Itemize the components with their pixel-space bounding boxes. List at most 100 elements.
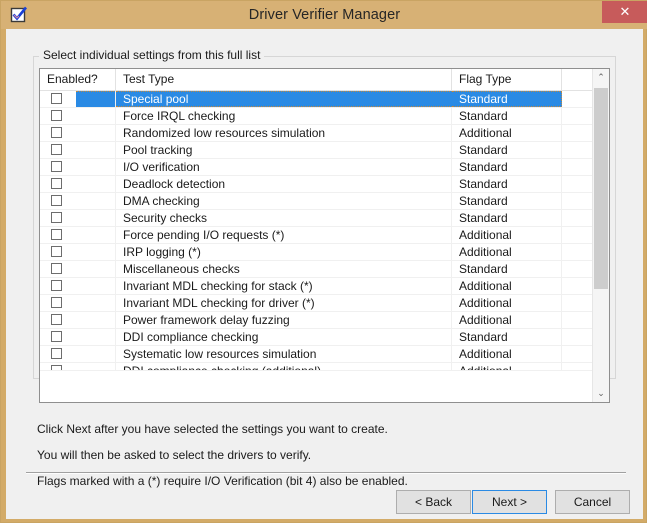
cell-test-type[interactable]: Force IRQL checking bbox=[116, 108, 452, 124]
cell-test-type[interactable]: DMA checking bbox=[116, 193, 452, 209]
table-row[interactable]: Force pending I/O requests (*)Additional bbox=[40, 227, 609, 244]
cell-test-type[interactable]: Force pending I/O requests (*) bbox=[116, 227, 452, 243]
cell-enabled[interactable] bbox=[40, 363, 116, 371]
enabled-checkbox[interactable] bbox=[51, 314, 62, 325]
table-row[interactable]: Invariant MDL checking for stack (*)Addi… bbox=[40, 278, 609, 295]
table-row[interactable]: Deadlock detectionStandard bbox=[40, 176, 609, 193]
enabled-checkbox[interactable] bbox=[51, 161, 62, 172]
enabled-checkbox[interactable] bbox=[51, 331, 62, 342]
cell-flag-type[interactable]: Additional bbox=[452, 227, 562, 243]
cell-test-type[interactable]: Power framework delay fuzzing bbox=[116, 312, 452, 328]
cell-enabled[interactable] bbox=[40, 142, 116, 158]
enabled-checkbox[interactable] bbox=[51, 195, 62, 206]
cell-flag-type[interactable]: Standard bbox=[452, 210, 562, 226]
cell-enabled[interactable] bbox=[40, 91, 116, 107]
vertical-scrollbar[interactable]: ⌃ ⌄ bbox=[592, 69, 609, 402]
enabled-checkbox[interactable] bbox=[51, 365, 62, 371]
table-row[interactable]: Force IRQL checkingStandard bbox=[40, 108, 609, 125]
cancel-button[interactable]: Cancel bbox=[555, 490, 630, 514]
cell-enabled[interactable] bbox=[40, 227, 116, 243]
cell-test-type[interactable]: Randomized low resources simulation bbox=[116, 125, 452, 141]
table-row[interactable]: Randomized low resources simulationAddit… bbox=[40, 125, 609, 142]
enabled-checkbox[interactable] bbox=[51, 297, 62, 308]
cell-enabled[interactable] bbox=[40, 193, 116, 209]
scroll-up-arrow-icon[interactable]: ⌃ bbox=[593, 69, 609, 86]
settings-listview[interactable]: Enabled? Test Type Flag Type Special poo… bbox=[39, 68, 610, 403]
cell-test-type[interactable]: Invariant MDL checking for driver (*) bbox=[116, 295, 452, 311]
table-row[interactable]: Miscellaneous checksStandard bbox=[40, 261, 609, 278]
table-row[interactable]: IRP logging (*)Additional bbox=[40, 244, 609, 261]
table-row[interactable]: DDI compliance checking (additional)Addi… bbox=[40, 363, 609, 371]
next-button[interactable]: Next > bbox=[472, 490, 547, 514]
cell-test-type[interactable]: IRP logging (*) bbox=[116, 244, 452, 260]
cell-flag-type[interactable]: Additional bbox=[452, 363, 562, 371]
cell-flag-type[interactable]: Standard bbox=[452, 193, 562, 209]
cell-spacer bbox=[562, 295, 594, 311]
column-header-flag-type[interactable]: Flag Type bbox=[452, 69, 562, 90]
enabled-checkbox[interactable] bbox=[51, 229, 62, 240]
enabled-checkbox[interactable] bbox=[51, 212, 62, 223]
cell-enabled[interactable] bbox=[40, 312, 116, 328]
cell-enabled[interactable] bbox=[40, 261, 116, 277]
column-header-enabled[interactable]: Enabled? bbox=[40, 69, 116, 90]
cell-flag-type[interactable]: Standard bbox=[452, 108, 562, 124]
table-row[interactable]: Invariant MDL checking for driver (*)Add… bbox=[40, 295, 609, 312]
title-bar[interactable]: Driver Verifier Manager ✕ bbox=[1, 1, 647, 29]
cell-flag-type[interactable]: Standard bbox=[452, 261, 562, 277]
cell-flag-type[interactable]: Standard bbox=[452, 176, 562, 192]
cell-flag-type[interactable]: Additional bbox=[452, 125, 562, 141]
cell-enabled[interactable] bbox=[40, 278, 116, 294]
cell-enabled[interactable] bbox=[40, 210, 116, 226]
cell-flag-type[interactable]: Standard bbox=[452, 159, 562, 175]
cell-enabled[interactable] bbox=[40, 159, 116, 175]
cell-enabled[interactable] bbox=[40, 329, 116, 345]
cell-enabled[interactable] bbox=[40, 108, 116, 124]
cell-flag-type[interactable]: Additional bbox=[452, 312, 562, 328]
enabled-checkbox[interactable] bbox=[51, 144, 62, 155]
cell-flag-type[interactable]: Additional bbox=[452, 278, 562, 294]
cell-enabled[interactable] bbox=[40, 176, 116, 192]
table-row[interactable]: I/O verificationStandard bbox=[40, 159, 609, 176]
table-row[interactable]: Special poolStandard bbox=[40, 91, 609, 108]
cell-flag-type[interactable]: Standard bbox=[452, 329, 562, 345]
enabled-checkbox[interactable] bbox=[51, 280, 62, 291]
enabled-checkbox[interactable] bbox=[51, 178, 62, 189]
enabled-checkbox[interactable] bbox=[51, 93, 62, 104]
cell-test-type[interactable]: DDI compliance checking bbox=[116, 329, 452, 345]
cell-test-type[interactable]: I/O verification bbox=[116, 159, 452, 175]
cell-flag-type[interactable]: Standard bbox=[452, 91, 562, 107]
cell-test-type[interactable]: Miscellaneous checks bbox=[116, 261, 452, 277]
cell-enabled[interactable] bbox=[40, 346, 116, 362]
cell-test-type[interactable]: Invariant MDL checking for stack (*) bbox=[116, 278, 452, 294]
cell-test-type[interactable]: Deadlock detection bbox=[116, 176, 452, 192]
cell-flag-type[interactable]: Additional bbox=[452, 346, 562, 362]
cell-test-type[interactable]: Pool tracking bbox=[116, 142, 452, 158]
cell-enabled[interactable] bbox=[40, 244, 116, 260]
scrollbar-thumb[interactable] bbox=[594, 88, 608, 289]
table-row[interactable]: Power framework delay fuzzingAdditional bbox=[40, 312, 609, 329]
cell-flag-type[interactable]: Additional bbox=[452, 295, 562, 311]
cell-test-type[interactable]: Special pool bbox=[116, 91, 452, 107]
cell-test-type[interactable]: DDI compliance checking (additional) bbox=[116, 363, 452, 371]
column-header-test-type[interactable]: Test Type bbox=[116, 69, 452, 90]
cell-test-type[interactable]: Security checks bbox=[116, 210, 452, 226]
cell-enabled[interactable] bbox=[40, 125, 116, 141]
listview-body[interactable]: Special poolStandardForce IRQL checkingS… bbox=[40, 91, 609, 403]
back-button[interactable]: < Back bbox=[396, 490, 471, 514]
cell-flag-type[interactable]: Standard bbox=[452, 142, 562, 158]
cell-enabled[interactable] bbox=[40, 295, 116, 311]
cell-flag-type[interactable]: Additional bbox=[452, 244, 562, 260]
enabled-checkbox[interactable] bbox=[51, 127, 62, 138]
table-row[interactable]: DMA checkingStandard bbox=[40, 193, 609, 210]
cell-test-type[interactable]: Systematic low resources simulation bbox=[116, 346, 452, 362]
table-row[interactable]: Pool trackingStandard bbox=[40, 142, 609, 159]
enabled-checkbox[interactable] bbox=[51, 263, 62, 274]
table-row[interactable]: Systematic low resources simulationAddit… bbox=[40, 346, 609, 363]
enabled-checkbox[interactable] bbox=[51, 348, 62, 359]
enabled-checkbox[interactable] bbox=[51, 246, 62, 257]
enabled-checkbox[interactable] bbox=[51, 110, 62, 121]
scroll-down-arrow-icon[interactable]: ⌄ bbox=[593, 385, 609, 402]
table-row[interactable]: DDI compliance checkingStandard bbox=[40, 329, 609, 346]
close-button[interactable]: ✕ bbox=[602, 1, 647, 23]
table-row[interactable]: Security checksStandard bbox=[40, 210, 609, 227]
